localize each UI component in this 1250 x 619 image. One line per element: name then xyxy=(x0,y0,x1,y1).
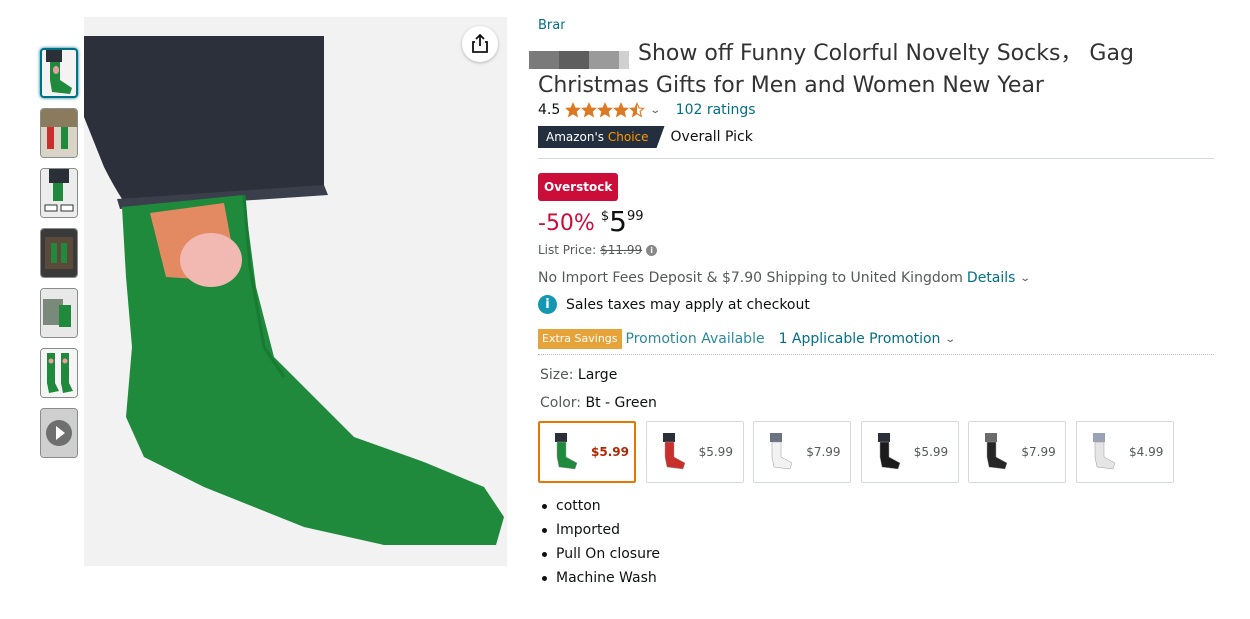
sock-swatch-icon xyxy=(770,433,793,470)
sock-swatch-icon xyxy=(1093,433,1116,470)
size-label: Size: xyxy=(540,367,574,383)
sock-swatch-icon xyxy=(662,433,685,470)
price-fraction: 99 xyxy=(626,209,644,224)
main-product-image[interactable] xyxy=(84,17,507,566)
star-icon xyxy=(581,102,598,118)
feature-bullet: cotton xyxy=(541,494,660,518)
price-whole: 5 xyxy=(609,205,627,238)
amazons-choice-badge[interactable]: Amazon's Choice xyxy=(538,126,665,148)
thumbnail-video[interactable] xyxy=(40,408,78,458)
chevron-down-icon[interactable]: ⌄ xyxy=(945,334,957,345)
product-title: Show off Funny Colorful Novelty Socks， G… xyxy=(538,38,1178,102)
feature-bullet: Imported xyxy=(541,518,660,542)
shipping-row: No Import Fees Deposit & $7.90 Shipping … xyxy=(538,270,1032,286)
choice-suffix: Choice xyxy=(607,130,649,144)
thumbnail-5[interactable] xyxy=(40,288,78,338)
swatch-price: $7.99 xyxy=(1021,445,1056,459)
divider xyxy=(538,158,1214,159)
amazons-choice-row: Amazon's Choice Overall Pick xyxy=(538,126,753,148)
list-price-row: List Price: $11.99 i xyxy=(538,243,658,257)
feature-bullet: Machine Wash xyxy=(541,566,660,590)
deal-badge: Overstock xyxy=(538,173,619,201)
taxes-row: i Sales taxes may apply at checkout xyxy=(538,295,810,314)
star-icon xyxy=(629,102,646,118)
discount-percentage: -50% xyxy=(538,211,595,236)
sock-swatch-icon xyxy=(877,433,901,470)
promotion-row: Extra Savings Promotion Available 1 Appl… xyxy=(538,329,957,349)
color-swatch[interactable]: $4.99 xyxy=(1076,421,1174,483)
price: $ 5 99 xyxy=(601,205,644,239)
swatch-price: $5.99 xyxy=(698,445,733,459)
choice-prefix: Amazon's xyxy=(546,130,605,144)
color-label: Color: xyxy=(540,395,582,411)
applicable-promotion-link[interactable]: 1 Applicable Promotion xyxy=(779,331,941,347)
star-icon xyxy=(565,102,582,118)
promotion-available-text: Promotion Available xyxy=(625,331,765,347)
divider xyxy=(538,354,1214,355)
shipping-text: No Import Fees Deposit & $7.90 Shipping … xyxy=(538,270,963,286)
thumbnail-4[interactable] xyxy=(40,228,78,278)
star-icon xyxy=(597,102,614,118)
product-title-text: Show off Funny Colorful Novelty Socks， G… xyxy=(538,41,1134,98)
price-symbol: $ xyxy=(600,209,610,224)
rating-row: 4.5 ⌄ 102 ratings xyxy=(538,102,756,118)
ratings-count-link[interactable]: 102 ratings xyxy=(676,102,756,118)
thumbnail-3[interactable] xyxy=(40,168,78,218)
color-swatch[interactable]: $5.99 xyxy=(538,421,636,483)
color-selection: Color: Bt - Green xyxy=(540,395,657,411)
size-selection: Size: Large xyxy=(540,367,617,383)
sock-swatch-icon xyxy=(555,433,578,470)
list-price-label: List Price: xyxy=(538,243,597,257)
info-icon: i xyxy=(538,295,557,314)
color-swatch[interactable]: $5.99 xyxy=(645,421,744,483)
extra-savings-badge: Extra Savings xyxy=(538,329,622,349)
star-rating[interactable] xyxy=(565,102,646,118)
redacted-block xyxy=(529,51,629,69)
overall-pick-label: Overall Pick xyxy=(670,129,753,145)
color-value: Bt - Green xyxy=(585,395,657,411)
brand-redaction xyxy=(565,14,635,34)
color-swatch[interactable]: $5.99 xyxy=(860,421,959,483)
share-icon xyxy=(472,34,488,53)
swatch-price: $5.99 xyxy=(913,445,949,459)
chevron-down-icon[interactable]: ⌄ xyxy=(1020,273,1032,284)
info-icon[interactable]: i xyxy=(646,244,658,256)
sock-swatch-icon xyxy=(985,433,1008,470)
color-swatch[interactable]: $7.99 xyxy=(968,421,1067,483)
color-swatch[interactable]: $7.99 xyxy=(753,421,852,483)
thumbnail-1[interactable] xyxy=(40,48,78,98)
rating-value: 4.5 xyxy=(538,102,561,118)
swatch-price: $4.99 xyxy=(1129,445,1164,459)
thumbnail-2[interactable] xyxy=(40,108,78,158)
feature-bullet: Pull On closure xyxy=(541,542,660,566)
swatch-price: $7.99 xyxy=(806,445,841,459)
details-link[interactable]: Details xyxy=(967,270,1016,286)
star-icon xyxy=(613,102,630,118)
feature-bullets: cotton Imported Pull On closure Machine Was… xyxy=(541,494,660,590)
swatch-price: $5.99 xyxy=(591,445,629,459)
price-row: -50% $ 5 99 xyxy=(538,205,644,239)
share-button[interactable] xyxy=(462,26,498,62)
taxes-text: Sales taxes may apply at checkout xyxy=(566,296,810,313)
size-value: Large xyxy=(577,367,618,383)
thumbnail-6[interactable] xyxy=(40,348,78,398)
list-price-value: $11.99 xyxy=(600,243,643,257)
chevron-down-icon[interactable]: ⌄ xyxy=(650,105,662,116)
